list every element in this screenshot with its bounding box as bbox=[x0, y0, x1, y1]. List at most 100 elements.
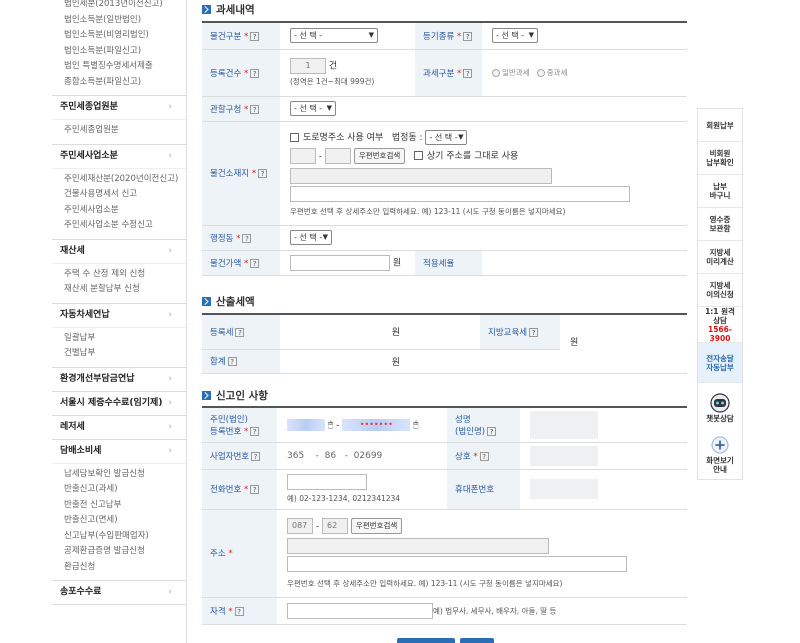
same-addr-checkbox[interactable] bbox=[413, 151, 423, 160]
quick-item-label: 영수증 보관함 bbox=[709, 215, 731, 233]
road-addr-checkbox[interactable] bbox=[290, 132, 299, 142]
price-input[interactable] bbox=[290, 254, 390, 271]
sidebar-sub-item[interactable]: 주민세사업소분 수정신고 bbox=[64, 218, 186, 234]
quick-item[interactable]: 지방세 미리계산 bbox=[698, 241, 742, 274]
quick-item[interactable]: 영수증 보관함 bbox=[698, 208, 742, 241]
help-icon[interactable]: ? bbox=[529, 327, 539, 337]
trade-name-label: 상호 *? bbox=[447, 442, 520, 470]
zip1-input[interactable] bbox=[290, 147, 316, 164]
phone-hint: 예) 02-123-1234, 0212341234 bbox=[287, 494, 401, 503]
sidebar-group-head[interactable]: 재산세 › bbox=[52, 240, 186, 263]
sidebar-group-head[interactable]: 주민세종업원분 › bbox=[52, 96, 186, 119]
sidebar-sub-item[interactable]: 법인 특별징수명세서제출 bbox=[64, 59, 186, 75]
sidebar-sub-item[interactable]: 신고납부(수입판매업자) bbox=[64, 529, 186, 545]
chevron-right-icon: › bbox=[168, 421, 172, 432]
help-icon[interactable]: ? bbox=[251, 451, 261, 461]
office-select[interactable]: - 선 택 - ▼ bbox=[290, 101, 336, 116]
sidebar-sub-item[interactable]: 주민세사업소분 bbox=[64, 203, 186, 219]
sidebar-group-head[interactable]: 담배소비세 › bbox=[52, 440, 186, 463]
rep-addr-main-input[interactable] bbox=[287, 537, 549, 554]
sidebar-sub-item[interactable]: 법인소득분(비영리법인) bbox=[64, 28, 186, 44]
quick-item[interactable]: 비회원 납부확인 bbox=[698, 142, 742, 175]
reg-count-input[interactable]: 1 bbox=[290, 58, 326, 74]
sidebar-group-head[interactable]: 환경개선부담금연납 › bbox=[52, 368, 186, 391]
sidebar-sub-item[interactable]: 주민세종업원분 bbox=[64, 123, 186, 139]
resident-no-back-input[interactable]: ••••••• bbox=[342, 418, 411, 431]
sidebar-group-head[interactable]: 레저세 › bbox=[52, 416, 186, 439]
sidebar-group-head[interactable]: 송포수수료 › bbox=[52, 581, 186, 604]
rate-label: 적용세율 bbox=[415, 250, 482, 276]
rep-zip2-input[interactable]: 62 bbox=[322, 517, 348, 534]
legal-dong-select[interactable]: - 선 택 - ▼ bbox=[425, 129, 468, 145]
help-icon[interactable]: ? bbox=[250, 426, 260, 436]
help-icon[interactable]: ? bbox=[250, 68, 260, 78]
reg-tax-label: 등록세? bbox=[202, 314, 280, 350]
quick-item-chatbot[interactable]: 챗봇상담 bbox=[698, 383, 742, 431]
qual-input[interactable] bbox=[287, 602, 433, 619]
sidebar-group-head[interactable]: 자동차세연납 › bbox=[52, 304, 186, 327]
help-icon[interactable]: ? bbox=[258, 169, 268, 178]
tax-type-heavy-radio[interactable] bbox=[536, 69, 545, 77]
tax-type-heavy-label: 중과세 bbox=[546, 68, 568, 77]
help-icon[interactable]: ? bbox=[234, 606, 244, 616]
zip-search-button[interactable]: 우편번호검색 bbox=[353, 147, 406, 164]
help-icon[interactable]: ? bbox=[250, 31, 260, 41]
submit-button-partial[interactable] bbox=[397, 638, 455, 643]
quick-item[interactable]: 납부 바구니 bbox=[698, 175, 742, 208]
cancel-button-partial[interactable] bbox=[460, 638, 494, 643]
sidebar-sub-item[interactable]: 재산세 분할납부 신청 bbox=[64, 282, 186, 298]
sidebar-sub-item[interactable]: 법인세분(2013년이전신고) bbox=[64, 0, 186, 13]
phone-input[interactable] bbox=[287, 474, 367, 490]
sidebar-sub-item[interactable]: 법인소득분(일반법인) bbox=[64, 13, 186, 29]
sidebar-sub-item[interactable]: 반출신고(면세) bbox=[64, 513, 186, 529]
sidebar-sub-item[interactable]: 법인소득분(파일신고) bbox=[64, 44, 186, 60]
chevron-down-icon: ▼ bbox=[322, 233, 328, 241]
quick-item[interactable]: 지방세 이의신청 bbox=[698, 274, 742, 307]
rep-zip1-input[interactable]: 087 bbox=[287, 517, 313, 534]
chevron-right-icon: › bbox=[168, 445, 172, 456]
help-icon[interactable]: ? bbox=[250, 485, 260, 494]
help-icon[interactable]: ? bbox=[242, 233, 252, 243]
admin-dong-select[interactable]: - 선 택 - ▼ bbox=[290, 230, 332, 245]
sidebar-sub-item[interactable]: 주택 수 산정 제외 신청 bbox=[64, 267, 186, 283]
help-icon[interactable]: ? bbox=[479, 451, 489, 461]
mouse-icon: 🖱 bbox=[327, 419, 334, 430]
sidebar-sub-item[interactable]: 납세담보확인 발급신청 bbox=[64, 467, 186, 483]
resident-no-front-input[interactable] bbox=[287, 418, 325, 431]
addr-detail-input[interactable] bbox=[290, 185, 630, 202]
quick-item-e-delivery[interactable]: 전자송달 자동납부 bbox=[698, 343, 742, 383]
quick-item-zoom[interactable]: 화면보기 안내 bbox=[698, 431, 742, 479]
sidebar-group-head[interactable]: 서울시 제증수수료(임기제) › bbox=[52, 392, 186, 415]
sidebar-sub-item[interactable]: 공제환급증명 발급신청 bbox=[64, 544, 186, 560]
sidebar-group-head[interactable]: 주민세사업소분 › bbox=[52, 145, 186, 168]
help-icon[interactable]: ? bbox=[250, 104, 260, 114]
item-type-select[interactable]: - 선 택 - ▼ bbox=[290, 28, 378, 44]
quick-item-remote-consult[interactable]: 1:1 원격 상담 1566-3900 bbox=[698, 307, 742, 343]
help-icon[interactable]: ? bbox=[250, 258, 260, 268]
road-addr-label: 도로명주소 사용 여부 bbox=[303, 132, 384, 143]
rep-zip-search-button[interactable]: 우편번호검색 bbox=[350, 517, 403, 534]
tax-type-general-radio[interactable] bbox=[492, 69, 500, 77]
zip2-input[interactable] bbox=[324, 147, 351, 164]
sidebar-sub-item[interactable]: 반출신고(과세) bbox=[64, 482, 186, 498]
sidebar-sub-item[interactable]: 주민세재산분(2020년이전신고) bbox=[64, 172, 186, 188]
reg-type-select[interactable]: - 선 택 - ▼ bbox=[492, 28, 538, 44]
rep-addr-detail-input[interactable] bbox=[287, 555, 627, 572]
quick-item[interactable]: 회원납부 bbox=[698, 109, 742, 142]
office-label: 관할구청 *? bbox=[202, 96, 280, 122]
help-icon[interactable]: ? bbox=[235, 327, 245, 337]
sidebar-sub-item[interactable]: 환급신청 bbox=[64, 560, 186, 576]
price-unit: 원 bbox=[392, 258, 402, 268]
sidebar-sub-item[interactable]: 일괄납부 bbox=[64, 331, 186, 347]
sidebar-sub-item[interactable]: 건물사용명세서 신고 bbox=[64, 187, 186, 203]
sidebar-sub-item[interactable]: 종합소득분(파일신고) bbox=[64, 75, 186, 91]
sidebar-sub-item[interactable]: 반출전 신고납부 bbox=[64, 498, 186, 514]
help-icon[interactable]: ? bbox=[463, 31, 473, 41]
help-icon[interactable]: ? bbox=[487, 426, 497, 436]
help-icon[interactable]: ? bbox=[227, 357, 237, 366]
sidebar-group-label: 주민세사업소분 bbox=[60, 150, 118, 161]
help-icon[interactable]: ? bbox=[463, 68, 473, 78]
addr-main-input[interactable] bbox=[290, 167, 552, 184]
sidebar-sub-item[interactable]: 건별납부 bbox=[64, 346, 186, 362]
section-bullet-icon bbox=[202, 5, 211, 14]
